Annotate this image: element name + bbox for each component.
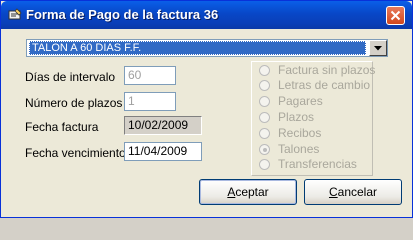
- close-button[interactable]: [386, 6, 405, 25]
- radio-icon: [259, 112, 270, 123]
- radio-icon: [259, 159, 270, 170]
- radio-icon: [259, 80, 270, 91]
- due-date-field[interactable]: 11/04/2009: [124, 142, 202, 161]
- payment-type-value: TALON A 60 DIAS F.F.: [29, 41, 366, 55]
- dropdown-button[interactable]: [369, 40, 387, 56]
- payment-dialog: Forma de Pago de la factura 36 TALON A 6…: [0, 0, 413, 218]
- interval-label: Días de intervalo: [25, 70, 116, 84]
- window-title: Forma de Pago de la factura 36: [26, 7, 219, 22]
- installments-field[interactable]: 1: [124, 92, 176, 111]
- accept-button[interactable]: Aceptar: [199, 179, 297, 205]
- cancel-button[interactable]: Cancelar: [304, 179, 402, 205]
- close-icon: [390, 10, 401, 21]
- radio-icon: [259, 65, 270, 76]
- due-date-label: Fecha vencimiento: [25, 146, 126, 160]
- chevron-down-icon: [374, 46, 382, 51]
- interval-field[interactable]: 60: [124, 66, 176, 85]
- radio-icon: [259, 128, 270, 139]
- installments-label: Número de plazos: [25, 96, 123, 110]
- payment-icon: [8, 8, 22, 20]
- payment-type-select[interactable]: TALON A 60 DIAS F.F.: [26, 39, 388, 57]
- radio-checked-icon: [259, 144, 270, 155]
- invoice-date-label: Fecha factura: [25, 120, 99, 134]
- title-bar[interactable]: Forma de Pago de la factura 36: [1, 1, 412, 29]
- radio-icon: [259, 96, 270, 107]
- invoice-date-field: 10/02/2009: [124, 116, 202, 135]
